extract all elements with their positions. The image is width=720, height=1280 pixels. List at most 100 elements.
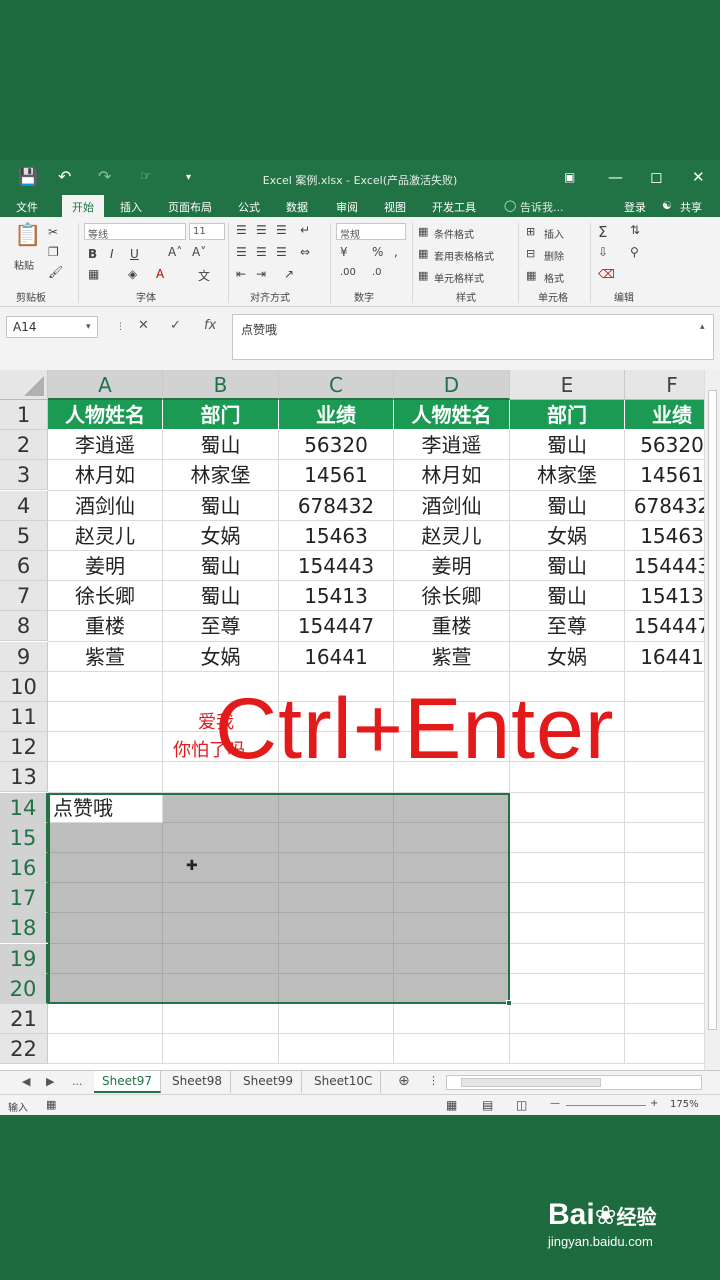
cell[interactable] [510, 913, 625, 944]
cell[interactable] [163, 853, 279, 884]
table-cell[interactable]: 女娲 [163, 520, 279, 551]
row-header-3[interactable]: 3 [0, 460, 48, 491]
row-header-19[interactable]: 19 [0, 943, 48, 974]
table-cell[interactable]: 林家堡 [510, 460, 625, 491]
vertical-scroll-thumb[interactable] [708, 390, 717, 1030]
cell[interactable] [279, 1004, 394, 1035]
increase-font-icon[interactable]: A˄ [168, 245, 182, 259]
row-header-17[interactable]: 17 [0, 883, 48, 914]
horizontal-scroll-thumb[interactable] [461, 1078, 601, 1087]
merge-center-icon[interactable]: ⇔ [300, 245, 310, 259]
row-header-4[interactable]: 4 [0, 490, 48, 521]
cell[interactable] [48, 973, 163, 1004]
table-cell[interactable]: 酒剑仙 [394, 490, 510, 521]
sheet-tab-sheet97[interactable]: Sheet97 [94, 1071, 161, 1093]
table-cell[interactable]: 重楼 [48, 611, 163, 642]
number-format-select[interactable]: 常规 [336, 223, 406, 241]
cell[interactable] [163, 792, 279, 823]
table-cell[interactable]: 紫萱 [394, 641, 510, 672]
worksheet-grid[interactable]: A B C D E F 1 2 3 4 5 6 7 8 9 10 11 12 13 14 15 16 17 18 19 20 21 2… [0, 370, 720, 1070]
table-cell[interactable]: 徐长卿 [394, 581, 510, 612]
table-header-cell[interactable]: 人物姓名 [48, 400, 163, 431]
more-sheets-icon[interactable]: ... [72, 1075, 83, 1088]
table-header-cell[interactable]: 部门 [510, 400, 625, 431]
cut-icon[interactable]: ✂ [48, 225, 58, 239]
zoom-slider[interactable] [566, 1105, 646, 1106]
share-button[interactable]: 共享 [680, 199, 702, 215]
table-header-cell[interactable]: 人物姓名 [394, 400, 510, 431]
page-break-view-icon[interactable]: ◫ [516, 1098, 527, 1112]
macro-record-icon[interactable]: ▦ [46, 1098, 56, 1111]
cell[interactable] [510, 1004, 625, 1035]
cell[interactable] [510, 1034, 625, 1065]
cell[interactable] [48, 883, 163, 914]
sheet-tab-sheet99[interactable]: Sheet99 [235, 1071, 302, 1093]
page-layout-view-icon[interactable]: ▤ [482, 1098, 493, 1112]
table-cell[interactable]: 紫萱 [48, 641, 163, 672]
normal-view-icon[interactable]: ▦ [446, 1098, 457, 1112]
cell[interactable] [163, 913, 279, 944]
tab-split-icon[interactable]: ⋮ [428, 1074, 439, 1087]
insert-function-icon[interactable]: fx [204, 318, 216, 333]
format-painter-icon[interactable]: 🖌 [48, 265, 63, 279]
row-header-15[interactable]: 15 [0, 822, 48, 853]
row-header-6[interactable]: 6 [0, 551, 48, 581]
cell[interactable] [279, 883, 394, 914]
cell[interactable] [510, 792, 625, 823]
table-cell[interactable]: 至尊 [163, 611, 279, 642]
zoom-level[interactable]: 175% [670, 1099, 699, 1110]
row-header-8[interactable]: 8 [0, 611, 48, 642]
name-box[interactable]: A14 [6, 316, 98, 338]
table-cell[interactable]: 徐长卿 [48, 581, 163, 612]
cell[interactable] [510, 943, 625, 974]
column-header-c[interactable]: C [279, 370, 394, 400]
column-header-e[interactable]: E [510, 370, 625, 400]
cell[interactable] [510, 853, 625, 884]
column-header-d[interactable]: D [394, 370, 510, 400]
cell[interactable] [279, 822, 394, 853]
next-sheet-icon[interactable]: ▶ [46, 1075, 54, 1088]
cell[interactable] [48, 762, 163, 793]
borders-icon[interactable]: ▦ [88, 267, 99, 281]
row-header-9[interactable]: 9 [0, 641, 48, 672]
tab-developer[interactable]: 开发工具 [432, 199, 476, 215]
table-cell[interactable]: 蜀山 [510, 430, 625, 461]
tab-formulas[interactable]: 公式 [238, 199, 260, 215]
row-header-1[interactable]: 1 [0, 400, 48, 430]
align-middle-icon[interactable]: ☰ [256, 223, 267, 237]
row-header-10[interactable]: 10 [0, 671, 48, 702]
table-cell[interactable]: 林月如 [394, 460, 510, 491]
row-header-2[interactable]: 2 [0, 430, 48, 461]
phonetic-icon[interactable]: 文 [198, 267, 210, 284]
table-cell[interactable]: 姜明 [394, 551, 510, 582]
table-cell[interactable]: 赵灵儿 [48, 520, 163, 551]
table-cell[interactable]: 154443 [279, 551, 394, 582]
cell[interactable] [394, 1034, 510, 1065]
row-header-18[interactable]: 18 [0, 913, 48, 944]
column-header-b[interactable]: B [163, 370, 279, 400]
font-size-select[interactable]: 11 [189, 223, 225, 240]
cell[interactable] [48, 1034, 163, 1065]
table-cell[interactable]: 女娲 [510, 520, 625, 551]
expand-formula-icon[interactable]: ▴ [700, 322, 705, 332]
cell[interactable] [394, 792, 510, 823]
percent-icon[interactable]: % [372, 245, 383, 259]
sheet-tab-sheet100[interactable]: Sheet10C [306, 1071, 382, 1093]
table-cell[interactable]: 姜明 [48, 551, 163, 582]
name-box-dropdown-icon[interactable]: ▾ [86, 322, 91, 332]
vertical-scrollbar[interactable] [704, 370, 720, 1070]
cell[interactable] [279, 943, 394, 974]
cell[interactable] [394, 822, 510, 853]
cell[interactable] [48, 822, 163, 853]
column-header-a[interactable]: A [48, 370, 163, 400]
table-header-cell[interactable]: 部门 [163, 400, 279, 431]
insert-cells-button[interactable]: 插入 [544, 226, 564, 241]
row-header-21[interactable]: 21 [0, 1004, 48, 1034]
zoom-out-icon[interactable]: — [550, 1098, 560, 1109]
table-cell[interactable]: 赵灵儿 [394, 520, 510, 551]
align-top-icon[interactable]: ☰ [236, 223, 247, 237]
table-cell[interactable]: 林家堡 [163, 460, 279, 491]
tab-data[interactable]: 数据 [286, 199, 308, 215]
horizontal-scrollbar[interactable] [446, 1075, 702, 1090]
cell[interactable] [279, 973, 394, 1004]
